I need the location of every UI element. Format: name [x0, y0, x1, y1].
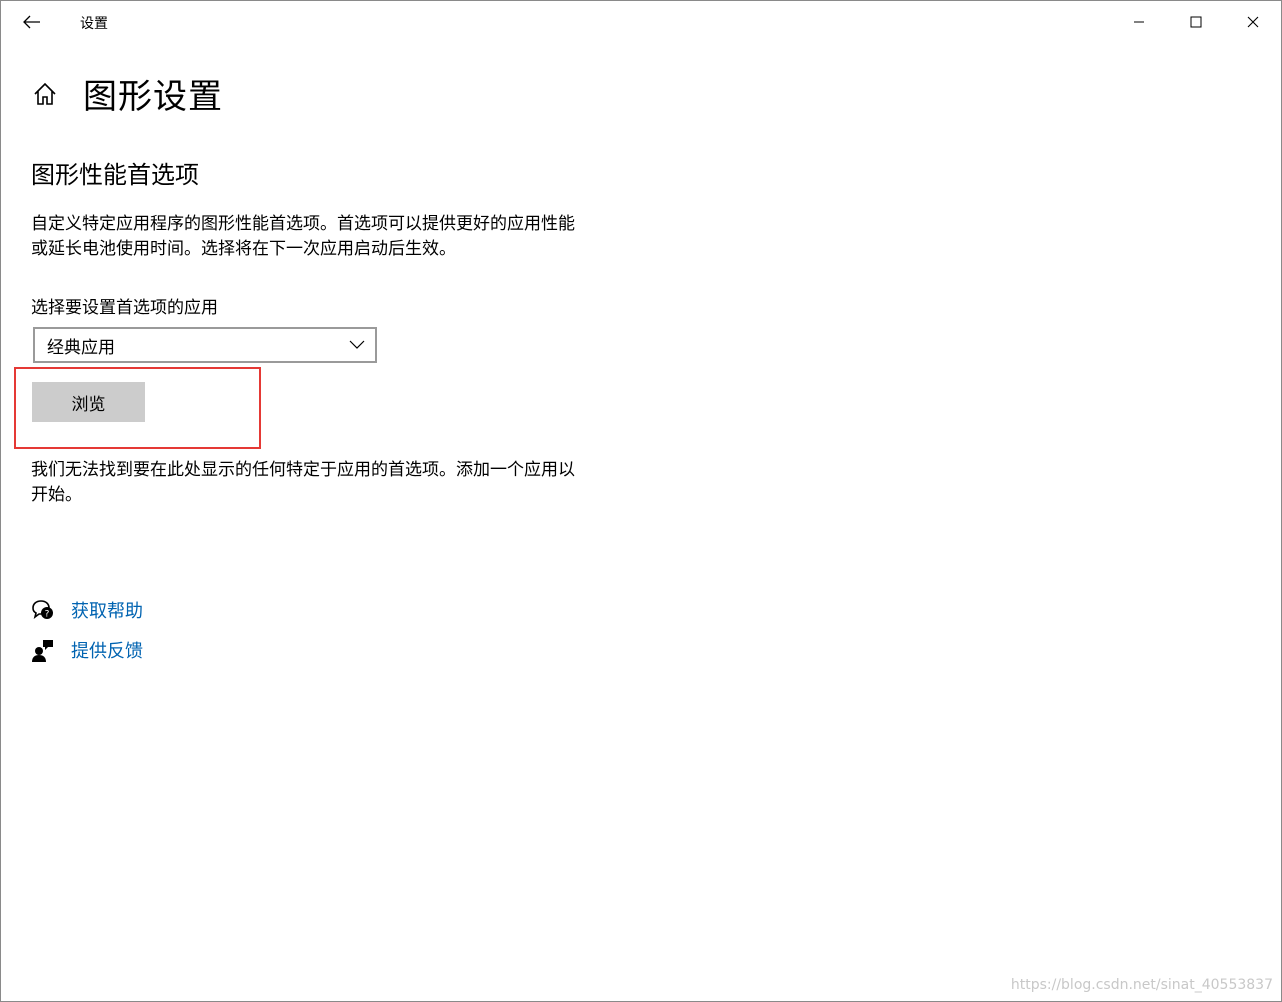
page-title: 图形设置 [83, 77, 223, 117]
browse-button[interactable]: 浏览 [32, 382, 145, 422]
title-bar: 设置 [1, 1, 1281, 43]
maximize-icon [1190, 16, 1201, 28]
svg-text:?: ? [45, 610, 50, 620]
close-button[interactable] [1224, 1, 1281, 43]
settings-window: 设置 图形设置 图形性能首选项 自定义特定应用程序的图形性能首选项。首选项可以提… [0, 0, 1282, 1002]
give-feedback-label: 提供反馈 [71, 641, 143, 662]
app-title: 设置 [80, 16, 108, 32]
watermark: https://blog.csdn.net/sinat_40553837 [1010, 977, 1273, 993]
chevron-down-icon [349, 340, 365, 349]
section-title: 图形性能首选项 [31, 161, 199, 189]
get-help-label: 获取帮助 [71, 601, 143, 622]
maximize-button[interactable] [1167, 1, 1224, 43]
help-chat-icon: ? [32, 600, 53, 620]
minimize-button[interactable] [1110, 1, 1167, 43]
give-feedback-link[interactable]: 提供反馈 [31, 637, 143, 663]
section-description: 自定义特定应用程序的图形性能首选项。首选项可以提供更好的应用性能或延长电池使用时… [31, 214, 575, 259]
back-arrow-icon [23, 15, 40, 29]
close-icon [1247, 16, 1258, 28]
dropdown-selected-value: 经典应用 [47, 337, 115, 358]
app-select-label: 选择要设置首选项的应用 [31, 298, 218, 318]
feedback-person-icon [32, 640, 53, 662]
home-button[interactable] [32, 81, 58, 107]
back-button[interactable] [9, 1, 55, 43]
minimize-icon [1133, 21, 1144, 23]
empty-preferences-message: 我们无法找到要在此处显示的任何特定于应用的首选项。添加一个应用以开始。 [31, 460, 575, 505]
home-icon [34, 82, 56, 105]
app-type-dropdown[interactable]: 经典应用 [33, 327, 377, 363]
get-help-link[interactable]: ? 获取帮助 [31, 597, 143, 623]
